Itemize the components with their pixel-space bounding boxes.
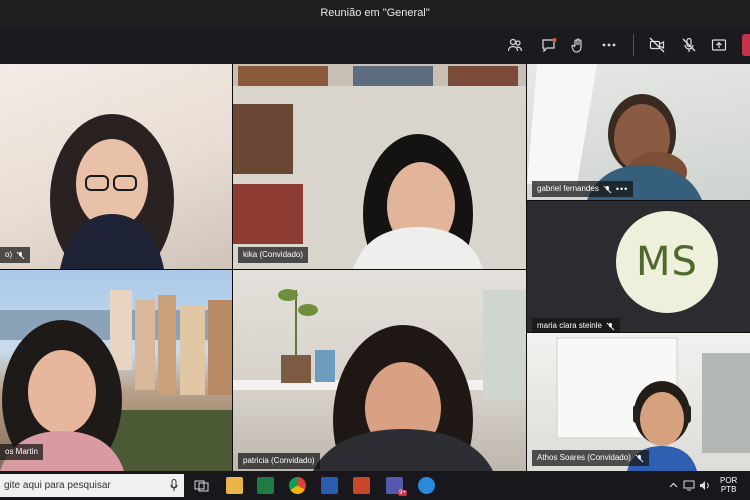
share-screen-icon — [711, 39, 727, 51]
participant-tile[interactable]: os Martin — [0, 270, 232, 471]
language-indicator[interactable]: POR PTB — [720, 476, 737, 494]
windows-taskbar: gite aqui para pesquisar 9+ POR PTB — [0, 471, 750, 500]
participant-tile[interactable]: o) — [0, 64, 232, 269]
powerpoint-icon[interactable] — [353, 477, 370, 494]
participant-name-tag: Athos Soares (Convidado) — [532, 450, 649, 466]
chrome-icon[interactable] — [289, 477, 306, 494]
share-screen-button[interactable] — [708, 34, 730, 56]
participant-tile[interactable]: MS maria clara steinle — [527, 201, 750, 332]
participant-avatar: MS — [616, 211, 718, 313]
window-title: Reunião em "General" — [320, 7, 430, 19]
network-icon[interactable] — [683, 480, 695, 491]
participant-video — [233, 64, 526, 269]
participants-button[interactable] — [504, 34, 526, 56]
participant-more-icon[interactable]: ••• — [616, 181, 628, 197]
taskbar-search-box[interactable]: gite aqui para pesquisar — [0, 474, 184, 497]
meeting-toolbar — [0, 26, 750, 64]
video-grid: o) kika (Convidado) gabriel fernandes ••… — [0, 64, 750, 471]
teams-icon[interactable]: 9+ — [386, 477, 407, 496]
excel-icon[interactable] — [257, 477, 274, 494]
microphone-icon[interactable] — [170, 479, 178, 492]
more-actions-icon — [602, 43, 616, 47]
raise-hand-icon — [571, 38, 582, 53]
file-explorer-icon[interactable] — [226, 477, 243, 494]
mic-off-icon — [16, 251, 25, 259]
mic-off-icon — [682, 37, 696, 52]
participant-video — [527, 64, 702, 200]
teams-badge: 9+ — [398, 490, 407, 496]
chat-button[interactable] — [538, 34, 560, 56]
window-title-bar: Reunião em "General" — [0, 0, 750, 26]
more-actions-button[interactable] — [598, 34, 620, 56]
participant-name-tag: os Martin — [0, 444, 43, 460]
raise-hand-button[interactable] — [567, 34, 589, 56]
volume-icon[interactable] — [699, 480, 710, 491]
participant-video — [233, 289, 526, 471]
participant-video — [50, 114, 174, 269]
chevron-up-icon[interactable] — [668, 480, 679, 491]
search-placeholder: gite aqui para pesquisar — [4, 480, 111, 491]
participants-icon — [507, 38, 523, 52]
chat-icon — [542, 38, 557, 53]
edge-icon[interactable] — [418, 477, 435, 494]
participant-name-tag: patricia (Convidado) — [238, 453, 320, 469]
mic-toggle-button[interactable] — [678, 34, 700, 56]
task-view-icon[interactable] — [193, 477, 210, 494]
toolbar-divider — [633, 34, 634, 56]
participant-tile[interactable]: kika (Convidado) — [233, 64, 526, 269]
camera-toggle-button[interactable] — [646, 34, 668, 56]
participant-tile[interactable]: gabriel fernandes ••• — [527, 64, 750, 200]
mic-off-icon — [603, 185, 612, 193]
word-icon[interactable] — [321, 477, 338, 494]
participant-name-tag: maria clara steinle — [532, 318, 620, 332]
mic-off-icon — [635, 454, 644, 462]
participant-name-tag: o) — [0, 247, 31, 263]
participant-tile[interactable]: patricia (Convidado) — [233, 270, 526, 471]
participant-tile[interactable]: Athos Soares (Convidado) — [527, 333, 750, 471]
participant-name-tag: gabriel fernandes ••• — [532, 181, 634, 197]
participant-name-tag: kika (Convidado) — [238, 247, 309, 263]
mic-off-icon — [606, 322, 615, 330]
leave-call-button[interactable] — [742, 34, 750, 56]
camera-off-icon — [649, 37, 665, 53]
participant-video — [0, 290, 232, 471]
